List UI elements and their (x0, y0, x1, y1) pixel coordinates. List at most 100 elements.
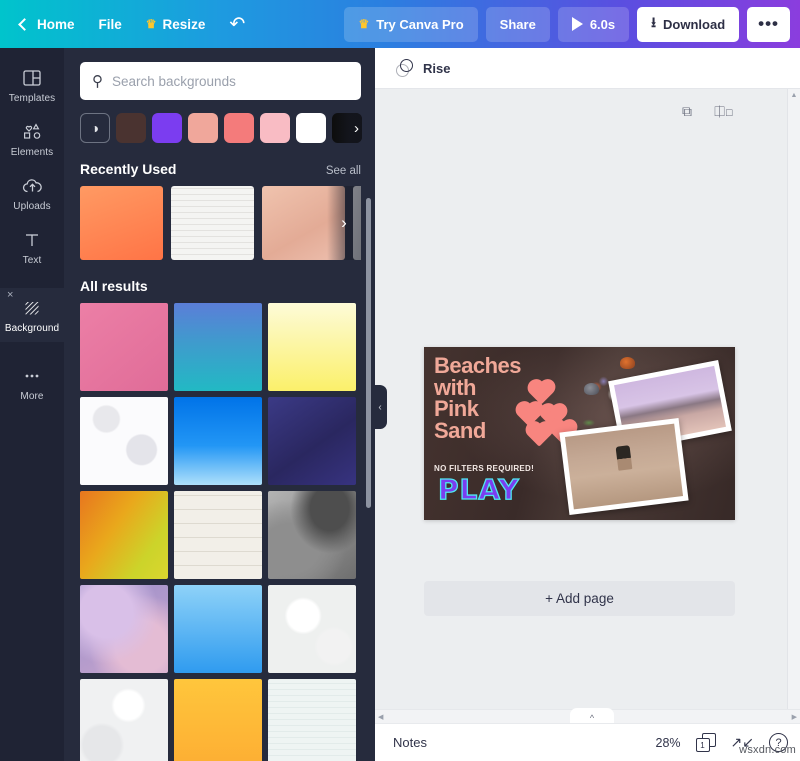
resize-label: Resize (163, 17, 206, 32)
recent-thumbnail[interactable] (171, 186, 254, 260)
zoom-level-value[interactable]: 28% (656, 736, 681, 750)
try-canva-pro-button[interactable]: ♛ Try Canva Pro (344, 7, 477, 42)
close-panel-icon[interactable]: × (7, 290, 13, 301)
color-swatch[interactable] (152, 113, 182, 143)
share-button[interactable]: Share (486, 7, 550, 42)
notes-expand-tab[interactable]: ^ (570, 708, 614, 723)
animation-effect-button[interactable]: Rise (389, 54, 457, 83)
butterfly-icon (584, 383, 599, 395)
scroll-up-arrow-icon[interactable]: ▲ (788, 89, 800, 102)
background-tile[interactable] (80, 397, 168, 485)
section-title: Recently Used (80, 161, 176, 177)
sidebar-item-label: More (20, 391, 43, 402)
panel-content: ⚲ ◑ › Recently Used See all (64, 48, 375, 761)
background-tile[interactable] (268, 679, 356, 761)
recently-used-row: › (80, 186, 361, 260)
background-tile[interactable] (268, 585, 356, 673)
see-all-link[interactable]: See all (326, 165, 361, 177)
color-swatch[interactable] (116, 113, 146, 143)
home-button[interactable]: Home (8, 10, 87, 39)
text-icon (21, 229, 43, 251)
design-title-text: Beaches with Pink Sand (434, 355, 521, 441)
fullscreen-icon[interactable]: ↗↙ (731, 734, 754, 751)
recently-used-header: Recently Used See all (80, 161, 361, 177)
canvas-vertical-scrollbar[interactable]: ▲ ▼ (787, 89, 800, 761)
try-pro-label: Try Canva Pro (376, 17, 463, 32)
preview-play-button[interactable]: 6.0s (558, 7, 629, 42)
canvas-scroll-area: ⧉ ⎅◻ Beaches with Pink Sand (375, 89, 800, 761)
sidebar-item-background[interactable]: × Background (0, 288, 64, 342)
download-icon: ⭳ (651, 12, 656, 36)
panel-scrollbar-thumb[interactable] (366, 198, 371, 508)
background-tile[interactable] (80, 585, 168, 673)
add-page-label: + Add page (545, 591, 614, 606)
search-input[interactable] (112, 74, 349, 89)
design-canvas-page[interactable]: Beaches with Pink Sand (424, 347, 735, 520)
help-icon[interactable]: ? (769, 733, 788, 752)
background-icon (21, 297, 43, 319)
file-menu-button[interactable]: File (87, 10, 134, 39)
sidebar-item-label: Background (5, 323, 59, 334)
sidebar-item-label: Elements (11, 147, 54, 158)
sidebar-item-more[interactable]: More (0, 356, 64, 410)
sidebar-item-templates[interactable]: Templates (0, 58, 64, 112)
polaroid-photo-person-walking (559, 418, 688, 515)
templates-icon (21, 67, 43, 89)
color-swatch[interactable] (224, 113, 254, 143)
chevron-right-icon[interactable]: › (327, 186, 361, 260)
add-page-button[interactable]: + Add page (424, 581, 735, 616)
background-tile[interactable] (174, 491, 262, 579)
background-tile[interactable] (80, 303, 168, 391)
background-tile[interactable] (174, 397, 262, 485)
background-tile[interactable] (80, 679, 168, 761)
scroll-left-arrow-icon[interactable]: ◀ (378, 713, 383, 721)
sidebar-item-elements[interactable]: Elements (0, 112, 64, 166)
title-line: Beaches (434, 355, 521, 377)
sidebar-item-uploads[interactable]: Uploads (0, 166, 64, 220)
background-tile[interactable] (174, 679, 262, 761)
chevron-right-icon[interactable]: › (332, 113, 362, 143)
title-line: Pink (434, 398, 521, 420)
left-nav-rail: Templates Elements Uploads (0, 48, 64, 761)
notes-button[interactable]: Notes (387, 731, 433, 754)
page-manager-button[interactable]: 1 (696, 733, 716, 752)
color-swatch-row: ◑ › (80, 113, 361, 143)
all-results-header: All results (80, 278, 361, 294)
background-tile[interactable] (174, 303, 262, 391)
design-cta-text: PLAY (438, 473, 520, 506)
download-button[interactable]: ⭳ Download (637, 7, 739, 42)
sidebar-item-label: Uploads (13, 201, 50, 212)
color-swatch[interactable] (188, 113, 218, 143)
background-tile[interactable] (268, 491, 356, 579)
background-tile[interactable] (80, 491, 168, 579)
section-title: All results (80, 278, 148, 294)
sidebar-item-text[interactable]: Text (0, 220, 64, 274)
recent-thumbnail[interactable] (80, 186, 163, 260)
color-swatch[interactable] (260, 113, 290, 143)
butterfly-icon (620, 357, 635, 369)
background-tile[interactable] (268, 397, 356, 485)
undo-button[interactable]: ↶ (217, 8, 257, 41)
elements-icon (21, 121, 43, 143)
person-silhouette (616, 445, 633, 471)
resize-button[interactable]: ♛ Resize (134, 10, 218, 39)
play-icon (572, 17, 583, 31)
duplicate-page-icon[interactable]: ⧉ (682, 104, 692, 118)
background-tile[interactable] (174, 585, 262, 673)
more-options-button[interactable]: ••• (747, 7, 790, 42)
chevron-left-icon (18, 18, 31, 31)
uploads-icon (21, 175, 43, 197)
home-label: Home (37, 17, 75, 32)
sidebar-item-label: Templates (9, 93, 55, 104)
add-page-icon[interactable]: ⎅◻ (714, 104, 733, 118)
footer-right-group: 28% 1 ↗↙ ? (656, 733, 789, 752)
color-palette-icon[interactable]: ◑ (80, 113, 110, 143)
rise-circles-icon (396, 59, 415, 78)
background-panel: ⚲ ◑ › Recently Used See all (64, 48, 375, 761)
color-swatch[interactable] (296, 113, 326, 143)
search-backgrounds-field[interactable]: ⚲ (80, 62, 361, 100)
background-tile[interactable] (268, 303, 356, 391)
scroll-right-arrow-icon[interactable]: ▶ (792, 713, 797, 721)
collapse-panel-button[interactable]: ‹ (373, 385, 387, 429)
header-right-group: ♛ Try Canva Pro Share 6.0s ⭳ Download ••… (344, 7, 792, 42)
